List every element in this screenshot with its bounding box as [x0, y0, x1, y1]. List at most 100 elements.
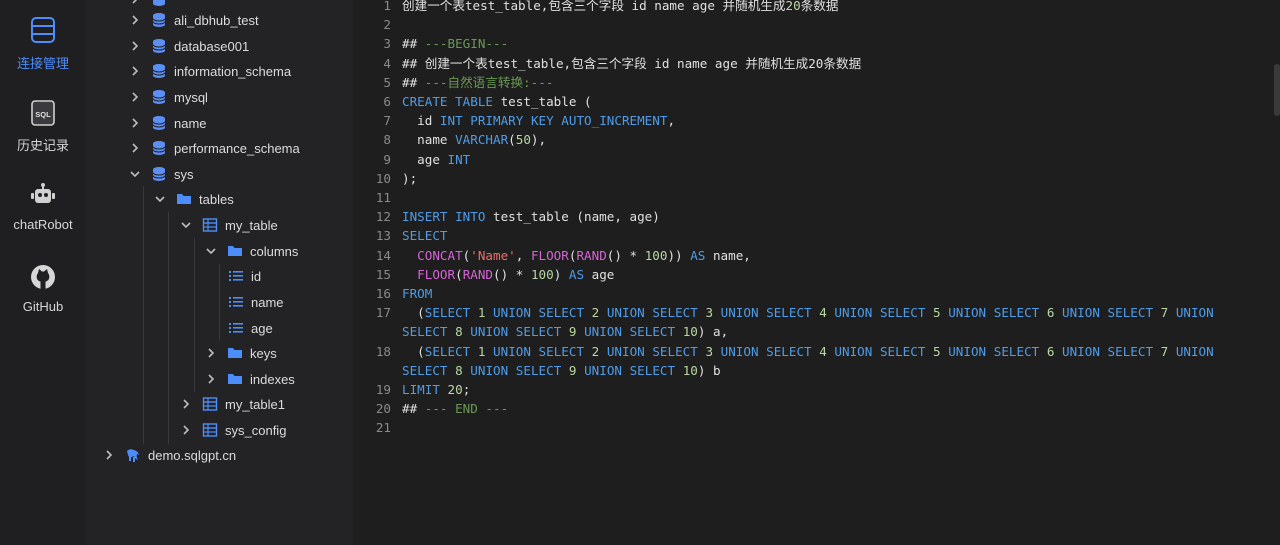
tree-table[interactable]: my_table1: [181, 393, 285, 415]
line-number: 19: [375, 382, 391, 397]
database-icon: [152, 90, 166, 104]
code-line[interactable]: ## 创建一个表test_table,包含三个字段 id name age 并随…: [402, 54, 861, 73]
tree-database[interactable]: mysql: [130, 86, 208, 108]
tree-table[interactable]: sys_config: [181, 419, 286, 441]
chevron-right-icon[interactable]: [206, 348, 216, 358]
code-line[interactable]: SELECT 8 UNION SELECT 9 UNION SELECT 10)…: [402, 361, 721, 380]
chevron-down-icon[interactable]: [181, 220, 191, 230]
tree-column[interactable]: name: [228, 291, 284, 313]
line-number: 3: [383, 36, 391, 52]
code-line[interactable]: FROM: [402, 284, 432, 303]
chevron-down-icon[interactable]: [206, 246, 216, 256]
tree-guide-line: [168, 212, 169, 444]
tree-folder-label: tables: [199, 191, 234, 207]
database-stack-icon: [31, 17, 55, 43]
connection-tree: ali_dbhub_test database001 information_s…: [86, 0, 353, 545]
tree-database-label: sys: [174, 166, 194, 182]
code-line[interactable]: LIMIT 20;: [402, 380, 470, 399]
code-line[interactable]: FLOOR(RAND() * 100) AS age: [402, 265, 614, 284]
code-line[interactable]: name VARCHAR(50),: [402, 130, 546, 149]
tree-folder-label: indexes: [250, 371, 295, 387]
chevron-right-icon[interactable]: [130, 92, 140, 102]
nav-history[interactable]: SQL 历史记录: [0, 100, 86, 154]
tree-column[interactable]: id: [228, 265, 261, 287]
column-list-icon: [229, 271, 243, 281]
tree-database[interactable]: ali_dbhub_test: [130, 9, 259, 31]
code-line[interactable]: (SELECT 1 UNION SELECT 2 UNION SELECT 3 …: [402, 303, 1214, 322]
chevron-right-icon[interactable]: [104, 450, 114, 460]
chevron-right-icon[interactable]: [206, 374, 216, 384]
folder-icon: [228, 246, 242, 256]
tree-guide-line: [194, 238, 195, 392]
line-number: 7: [383, 113, 391, 129]
code-line[interactable]: SELECT: [402, 226, 448, 245]
tree-guide-line: [219, 264, 220, 340]
tree-database[interactable]: sys: [130, 163, 194, 185]
folder-icon: [228, 348, 242, 358]
tree-database[interactable]: name: [130, 112, 207, 134]
chevron-right-icon[interactable]: [130, 15, 140, 25]
nav-label: GitHub: [22, 299, 64, 314]
chevron-right-icon[interactable]: [181, 399, 191, 409]
tree-folder-indexes[interactable]: indexes: [206, 368, 295, 390]
tree-database-label: performance_schema: [174, 140, 300, 156]
tree-connection[interactable]: demo.sqlgpt.cn: [104, 444, 236, 466]
line-number: 21: [375, 420, 391, 436]
nav-connection-manager[interactable]: 连接管理: [0, 16, 86, 72]
tree-folder-keys[interactable]: keys: [206, 342, 277, 364]
tree-column-label: age: [251, 320, 273, 336]
code-line[interactable]: CREATE TABLE test_table (: [402, 92, 592, 111]
database-icon: [152, 141, 166, 155]
code-line[interactable]: id INT PRIMARY KEY AUTO_INCREMENT,: [402, 111, 675, 130]
code-line[interactable]: 创建一个表test_table,包含三个字段 id name age 并随机生成…: [402, 0, 838, 15]
code-line[interactable]: ## ---自然语言转换:---: [402, 73, 553, 92]
line-number: 8: [383, 132, 391, 148]
sql-editor[interactable]: 1 创建一个表test_table,包含三个字段 id name age 并随机生…: [353, 0, 1280, 545]
code-line[interactable]: SELECT 8 UNION SELECT 9 UNION SELECT 10)…: [402, 322, 728, 341]
code-line[interactable]: CONCAT('Name', FLOOR(RAND() * 100)) AS n…: [402, 246, 751, 265]
chevron-right-icon[interactable]: [130, 41, 140, 51]
line-number: 12: [375, 209, 391, 225]
chevron-right-icon[interactable]: [181, 425, 191, 435]
line-number: 16: [375, 286, 391, 301]
tree-folder-columns[interactable]: columns: [206, 240, 298, 262]
chevron-right-icon[interactable]: [130, 143, 140, 153]
nav-label: 历史记录: [16, 138, 69, 153]
tree-database[interactable]: performance_schema: [130, 137, 300, 159]
database-icon: [152, 116, 166, 130]
line-number: 11: [375, 190, 391, 205]
line-number: 20: [375, 401, 391, 417]
nav-label: chatRobot: [13, 217, 73, 232]
tree-folder-label: columns: [250, 243, 299, 259]
tree-folder-tables[interactable]: tables: [155, 188, 234, 210]
code-line[interactable]: INSERT INTO test_table (name, age): [402, 207, 660, 226]
database-icon: [152, 13, 166, 27]
code-line[interactable]: );: [402, 169, 417, 188]
database-icon: [152, 64, 166, 78]
code-line[interactable]: ## ---BEGIN---: [402, 34, 508, 53]
code-line[interactable]: ## --- END ---: [402, 399, 508, 418]
chevron-right-icon[interactable]: [130, 118, 140, 128]
table-icon: [202, 423, 218, 437]
chevron-down-icon[interactable]: [130, 169, 140, 179]
github-icon: [31, 265, 55, 289]
code-line[interactable]: age INT: [402, 150, 470, 169]
column-list-icon: [229, 323, 243, 333]
chevron-down-icon[interactable]: [155, 194, 165, 204]
code-line[interactable]: (SELECT 1 UNION SELECT 2 UNION SELECT 3 …: [402, 342, 1214, 361]
tree-folder-label: keys: [250, 345, 277, 361]
tree-table-label: sys_config: [225, 422, 287, 438]
line-number: 13: [375, 228, 391, 244]
editor-scrollbar[interactable]: [1274, 64, 1280, 116]
database-icon: [152, 167, 166, 181]
line-number: 2: [383, 17, 391, 33]
nav-chatrobot[interactable]: chatRobot: [0, 182, 86, 232]
nav-label: 连接管理: [16, 56, 69, 71]
tree-database[interactable]: information_schema: [130, 60, 291, 82]
tree-database[interactable]: database001: [130, 35, 249, 57]
chevron-right-icon[interactable]: [130, 66, 140, 76]
tree-column[interactable]: age: [228, 317, 273, 339]
tree-table[interactable]: my_table: [181, 214, 278, 236]
nav-github[interactable]: GitHub: [0, 264, 86, 314]
tree-database-label: information_schema: [174, 63, 292, 79]
